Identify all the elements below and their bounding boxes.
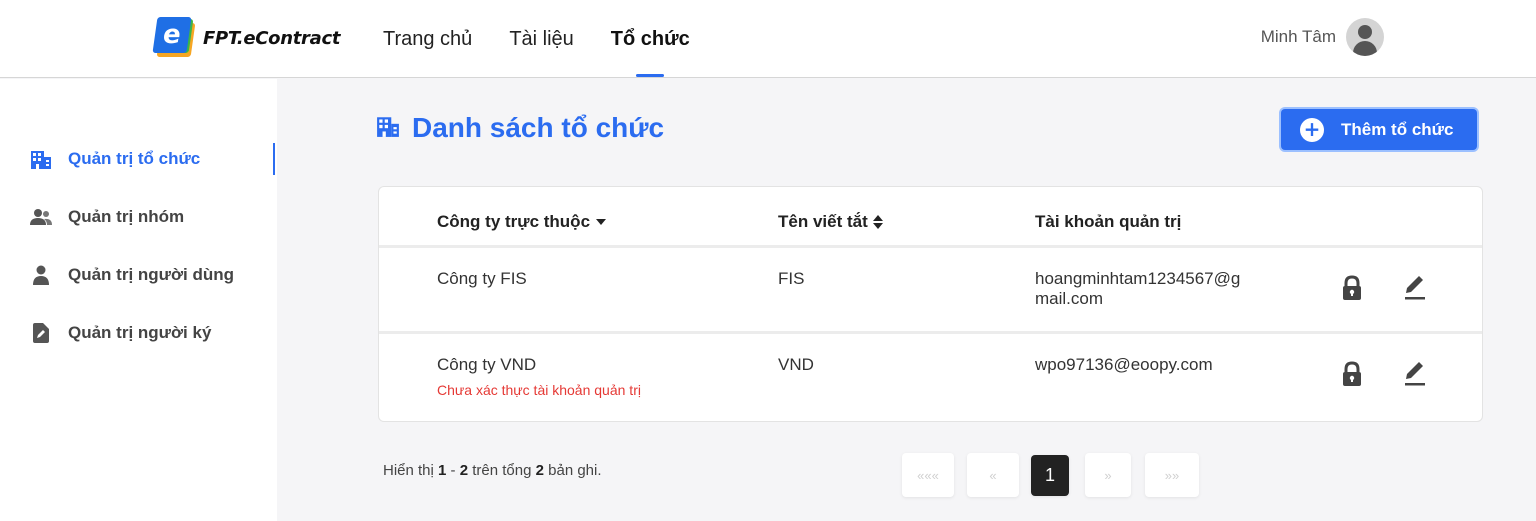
divider bbox=[379, 245, 1482, 248]
add-organization-label: Thêm tổ chức bbox=[1341, 119, 1454, 139]
records-summary: Hiển thị 1 - 2 trên tổng 2 bản ghi. bbox=[383, 462, 602, 479]
sort-down-icon bbox=[596, 219, 607, 225]
next-page-button[interactable]: » bbox=[1085, 453, 1131, 497]
main-nav: Trang chủ Tài liệu Tổ chức bbox=[383, 0, 727, 78]
nav-item-documents[interactable]: Tài liệu bbox=[509, 0, 573, 78]
user-icon bbox=[30, 264, 52, 286]
add-organization-button[interactable]: + Thêm tổ chức bbox=[1281, 109, 1477, 150]
page-1-button[interactable]: 1 bbox=[1031, 455, 1069, 496]
sidebar-item-label: Quản trị tổ chức bbox=[68, 149, 201, 168]
column-header-label: Tên viết tắt bbox=[778, 212, 868, 231]
signature-file-icon bbox=[30, 322, 52, 344]
sidebar-item-label: Quản trị người ký bbox=[68, 323, 212, 342]
sidebar-item-label: Quản trị nhóm bbox=[68, 207, 185, 226]
lock-icon[interactable] bbox=[1339, 275, 1365, 301]
company-name: Công ty FIS bbox=[437, 269, 527, 288]
page-title: Danh sách tổ chức bbox=[376, 112, 664, 144]
app-logo[interactable]: e FPT.eContract bbox=[152, 17, 341, 59]
user-name: Minh Tâm bbox=[1260, 27, 1336, 46]
building-icon bbox=[30, 148, 52, 170]
column-header-admin-account: Tài khoản quản trị bbox=[1035, 212, 1181, 232]
column-header-company[interactable]: Công ty trực thuộc bbox=[437, 212, 607, 232]
first-page-button[interactable]: ««« bbox=[902, 453, 954, 497]
users-icon bbox=[30, 206, 52, 228]
column-header-short-name[interactable]: Tên viết tắt bbox=[778, 212, 883, 232]
divider bbox=[379, 331, 1482, 334]
sidebar-item-user-admin[interactable]: Quản trị người dùng bbox=[30, 260, 277, 290]
column-header-label: Tài khoản quản trị bbox=[1035, 212, 1182, 231]
edit-icon[interactable] bbox=[1402, 273, 1428, 300]
sidebar-item-group-admin[interactable]: Quản trị nhóm bbox=[30, 202, 277, 232]
edit-icon[interactable] bbox=[1402, 359, 1428, 386]
short-name: FIS bbox=[778, 269, 805, 288]
nav-item-organization[interactable]: Tổ chức bbox=[611, 0, 690, 78]
sidebar-item-label: Quản trị người dùng bbox=[68, 265, 235, 284]
sidebar-item-organization-admin[interactable]: Quản trị tổ chức bbox=[30, 143, 277, 175]
admin-account: wpo97136@eoopy.com bbox=[1035, 355, 1213, 374]
plus-circle-icon: + bbox=[1300, 117, 1324, 142]
admin-account-line: hoangminhtam1234567@g bbox=[1035, 269, 1241, 288]
short-name: VND bbox=[778, 355, 814, 374]
sidebar: Quản trị tổ chức Quản trị nhóm Quản trị … bbox=[0, 79, 277, 521]
lock-icon[interactable] bbox=[1339, 361, 1365, 387]
admin-account-line: mail.com bbox=[1035, 289, 1104, 308]
unverified-warning: Chưa xác thực tài khoản quản trị bbox=[437, 382, 641, 398]
sidebar-item-signer-admin[interactable]: Quản trị người ký bbox=[30, 318, 277, 348]
logo-icon: e bbox=[152, 17, 196, 59]
sort-icon bbox=[872, 215, 883, 229]
top-header: e FPT.eContract Trang chủ Tài liệu Tổ ch… bbox=[0, 0, 1536, 78]
user-menu[interactable]: Minh Tâm bbox=[1261, 18, 1384, 56]
column-header-label: Công ty trực thuộc bbox=[437, 212, 591, 231]
building-icon bbox=[376, 115, 400, 141]
nav-item-home[interactable]: Trang chủ bbox=[383, 0, 472, 78]
avatar[interactable] bbox=[1346, 18, 1384, 56]
organization-table: Công ty trực thuộc Tên viết tắt Tài khoả… bbox=[378, 186, 1483, 422]
last-page-button[interactable]: »» bbox=[1145, 453, 1199, 497]
admin-account: hoangminhtam1234567@g mail.com bbox=[1035, 269, 1240, 309]
prev-page-button[interactable]: « bbox=[967, 453, 1019, 497]
page-title-text: Danh sách tổ chức bbox=[412, 112, 665, 143]
company-name: Công ty VND bbox=[437, 355, 537, 374]
logo-text: FPT.eContract bbox=[203, 27, 341, 49]
